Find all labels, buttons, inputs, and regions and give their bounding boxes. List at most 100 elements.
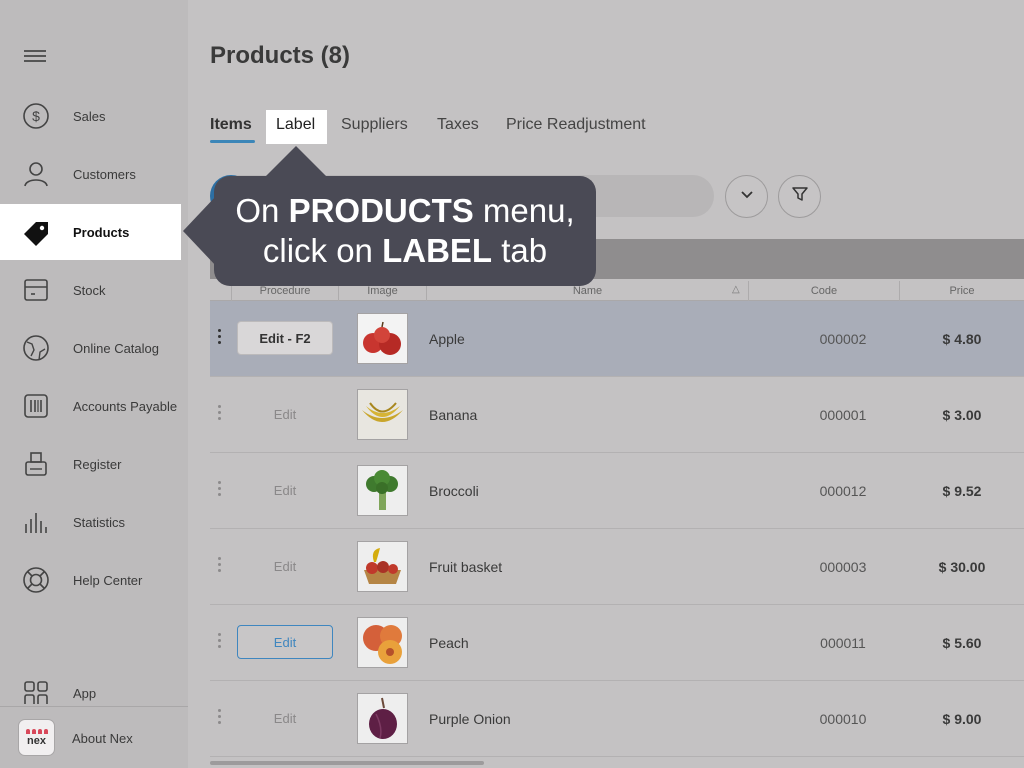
tab-items[interactable]: Items (210, 116, 252, 134)
sidebar-divider (0, 706, 188, 707)
sidebar-item-label: Stock (73, 282, 106, 298)
row-menu-icon[interactable] (218, 633, 222, 648)
row-menu-icon[interactable] (218, 481, 222, 496)
page-title: Products (8) (210, 42, 351, 69)
edit-button[interactable]: Edit (237, 549, 333, 583)
user-icon (22, 160, 50, 188)
sidebar-item-help-center[interactable]: Help Center (0, 552, 188, 608)
edit-button[interactable]: Edit (237, 473, 333, 507)
sidebar-item-sales[interactable]: $ Sales (0, 88, 188, 144)
filter-icon (791, 185, 809, 208)
dollar-circle-icon: $ (22, 102, 50, 130)
register-icon (22, 450, 50, 478)
product-code: 000012 (819, 483, 867, 499)
tab-price-readjustment[interactable]: Price Readjustment (506, 116, 646, 134)
sidebar-item-about[interactable]: About Nex (0, 710, 188, 766)
callout-text: menu, (473, 192, 575, 229)
sidebar-item-accounts-payable[interactable]: Accounts Payable (0, 378, 188, 434)
product-name: Purple Onion (429, 711, 511, 727)
sidebar-item-register[interactable]: Register (0, 436, 188, 492)
product-code: 000011 (820, 635, 866, 651)
edit-button[interactable]: Edit (237, 397, 333, 431)
product-image-banana (357, 389, 408, 440)
product-price: $ 5.60 (942, 635, 982, 651)
apps-grid-icon (22, 679, 50, 707)
product-image-purple-onion (357, 693, 408, 744)
callout-pointer-left (183, 195, 217, 267)
table-row[interactable]: Edit Purple Onion 000010 $ 9.00 (210, 681, 1024, 757)
product-price: $ 9.00 (942, 711, 982, 727)
row-menu-icon[interactable] (218, 329, 222, 344)
product-price: $ 30.00 (938, 559, 986, 575)
tutorial-callout: On PRODUCTS menu, click on LABEL tab (214, 176, 596, 286)
sidebar-item-label: Customers (73, 166, 136, 182)
callout-line-1: On PRODUCTS menu, (214, 191, 596, 231)
product-code: 000003 (819, 559, 867, 575)
sidebar-item-label: Register (73, 456, 122, 472)
product-code: 000010 (819, 711, 867, 727)
bar-chart-icon (22, 508, 50, 536)
sidebar-item-stock[interactable]: Stock (0, 262, 188, 318)
active-tab-underline (210, 140, 255, 143)
sidebar-item-label: Online Catalog (73, 340, 159, 356)
product-image-fruit-basket (357, 541, 408, 592)
tab-suppliers[interactable]: Suppliers (341, 116, 408, 134)
barcode-icon (22, 392, 50, 420)
table-row[interactable]: Edit - F2 Apple 000002 $ 4.80 (210, 301, 1024, 377)
edit-button[interactable]: Edit - F2 (237, 321, 333, 355)
sidebar: $ Sales Customers Products Stock Online … (0, 0, 188, 768)
table-row[interactable]: Edit Broccoli 000012 $ 9.52 (210, 453, 1024, 529)
tab-label[interactable]: Label (276, 116, 315, 134)
callout-bold-text: LABEL (382, 232, 493, 269)
callout-line-2: click on LABEL tab (214, 231, 596, 271)
sidebar-item-online-catalog[interactable]: Online Catalog (0, 320, 188, 376)
edit-button[interactable]: Edit (237, 701, 333, 735)
tag-icon (22, 218, 50, 246)
product-name: Peach (429, 635, 469, 651)
column-header-price[interactable]: Price (899, 281, 1024, 301)
sort-asc-icon: △ (732, 284, 740, 295)
hamburger-menu-icon[interactable] (24, 48, 46, 66)
sidebar-item-label: Accounts Payable (73, 398, 178, 414)
product-name: Fruit basket (429, 559, 503, 575)
sidebar-item-label: Products (73, 224, 130, 240)
row-menu-icon[interactable] (218, 557, 222, 572)
filter-button[interactable] (778, 175, 821, 218)
sidebar-item-statistics[interactable]: Statistics (0, 494, 188, 550)
product-name: Banana (429, 407, 478, 423)
svg-text:$: $ (32, 108, 40, 124)
row-menu-icon[interactable] (218, 709, 222, 724)
callout-text: tab (492, 232, 548, 269)
callout-text: On (235, 192, 289, 229)
sidebar-item-customers[interactable]: Customers (0, 146, 188, 202)
product-price: $ 3.00 (942, 407, 982, 423)
chevron-down-icon (739, 186, 755, 207)
column-header-code[interactable]: Code (748, 281, 899, 301)
product-image-broccoli (357, 465, 408, 516)
edit-button[interactable]: Edit (237, 625, 333, 659)
table-row[interactable]: Edit Peach 000011 $ 5.60 (210, 605, 1024, 681)
sidebar-item-label: About Nex (72, 730, 133, 746)
sidebar-item-products[interactable]: Products (0, 204, 181, 260)
sidebar-item-label: App (73, 685, 97, 701)
product-price: $ 4.80 (942, 331, 982, 347)
product-price: $ 9.52 (942, 483, 982, 499)
expand-button[interactable] (725, 175, 768, 218)
box-icon (22, 276, 50, 304)
sidebar-item-label: Help Center (73, 572, 143, 588)
sidebar-item-label: Statistics (73, 514, 126, 530)
row-menu-icon[interactable] (218, 405, 222, 420)
product-image-peach (357, 617, 408, 668)
tab-taxes[interactable]: Taxes (437, 116, 479, 134)
callout-text: click on (262, 232, 383, 269)
product-code: 000001 (819, 407, 867, 423)
product-image-apple (357, 313, 408, 364)
table-row[interactable]: Edit Fruit basket 000003 $ 30.00 (210, 529, 1024, 605)
product-name: Broccoli (429, 483, 479, 499)
callout-bold-text: PRODUCTS (288, 192, 474, 229)
table-row[interactable]: Edit Banana 000001 $ 3.00 (210, 377, 1024, 453)
lifebuoy-icon (22, 566, 50, 594)
horizontal-scrollbar[interactable] (210, 761, 484, 765)
sidebar-item-label: Sales (73, 108, 106, 124)
product-code: 000002 (819, 331, 867, 347)
